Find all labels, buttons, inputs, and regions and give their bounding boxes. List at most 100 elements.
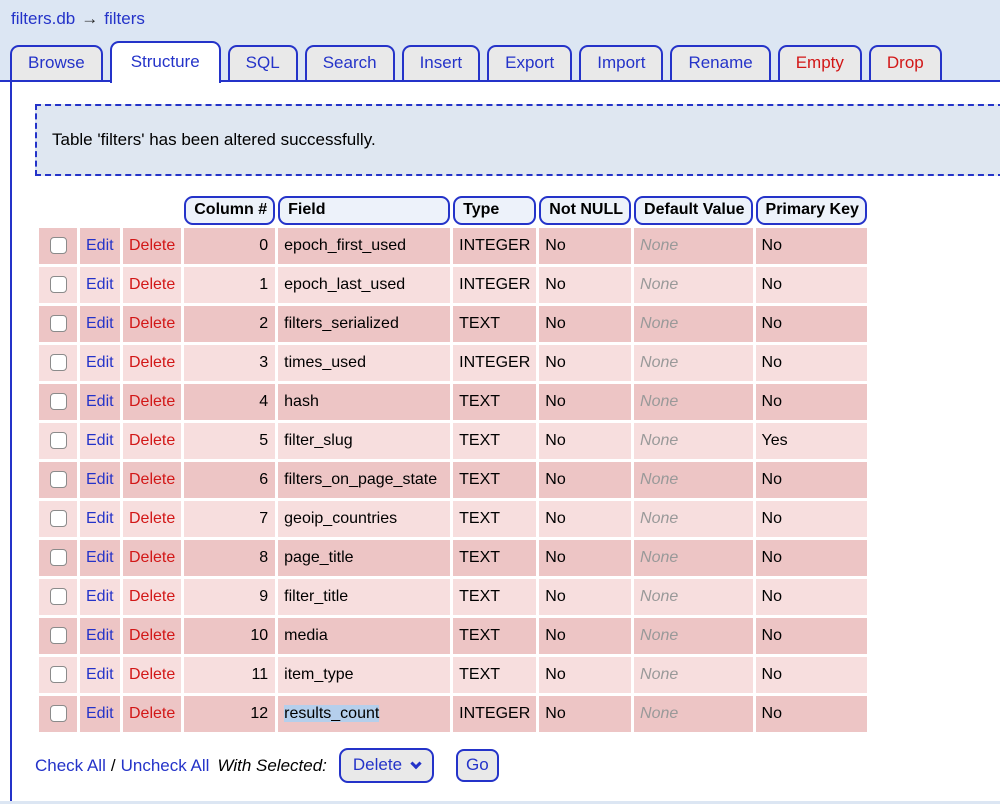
- default-value: None: [640, 705, 679, 722]
- go-button[interactable]: Go: [456, 749, 499, 782]
- row-checkbox[interactable]: [49, 510, 67, 528]
- edit-link[interactable]: Edit: [86, 432, 114, 449]
- breadcrumb-table-link[interactable]: filters: [104, 9, 145, 28]
- tab-drop[interactable]: Drop: [868, 45, 942, 80]
- with-selected-dropdown[interactable]: Delete: [338, 748, 435, 783]
- row-checkbox-cell: [39, 267, 77, 303]
- uncheck-all-link[interactable]: Uncheck All: [121, 756, 210, 776]
- primary-key-value: No: [761, 549, 782, 566]
- delete-link[interactable]: Delete: [129, 315, 175, 332]
- delete-link[interactable]: Delete: [129, 276, 175, 293]
- table-row: Edit Delete 10 media TEXT No None No: [39, 618, 867, 654]
- delete-link[interactable]: Delete: [129, 549, 175, 566]
- delete-link[interactable]: Delete: [129, 510, 175, 527]
- default-value: None: [640, 393, 679, 410]
- row-checkbox[interactable]: [49, 627, 67, 645]
- edit-link[interactable]: Edit: [86, 510, 114, 527]
- header-spacer-checkbox: [39, 196, 77, 225]
- row-checkbox[interactable]: [49, 315, 67, 333]
- edit-link[interactable]: Edit: [86, 354, 114, 371]
- delete-link[interactable]: Delete: [129, 627, 175, 644]
- delete-link[interactable]: Delete: [129, 237, 175, 254]
- tab-sql[interactable]: SQL: [227, 45, 298, 80]
- table-row: Edit Delete 8 page_title TEXT No None No: [39, 540, 867, 576]
- edit-link[interactable]: Edit: [86, 315, 114, 332]
- edit-link[interactable]: Edit: [86, 471, 114, 488]
- structure-table: Column # Field Type Not NULL Default Val…: [36, 193, 870, 735]
- row-checkbox[interactable]: [49, 705, 67, 723]
- tab-browse[interactable]: Browse: [10, 45, 103, 80]
- edit-link[interactable]: Edit: [86, 237, 114, 254]
- edit-link[interactable]: Edit: [86, 276, 114, 293]
- row-checkbox[interactable]: [49, 549, 67, 567]
- delete-link[interactable]: Delete: [129, 393, 175, 410]
- breadcrumb-db-link[interactable]: filters.db: [11, 9, 75, 28]
- tab-structure[interactable]: Structure: [109, 41, 221, 83]
- column-number-value: 2: [259, 315, 269, 332]
- row-checkbox-cell: [39, 618, 77, 654]
- row-checkbox[interactable]: [49, 393, 67, 411]
- not-null-value: No: [545, 315, 566, 332]
- field-value: epoch_first_used: [284, 237, 406, 254]
- edit-link[interactable]: Edit: [86, 393, 114, 410]
- edit-link[interactable]: Edit: [86, 705, 114, 722]
- primary-key-value: No: [761, 393, 782, 410]
- primary-key-value: No: [761, 354, 782, 371]
- tab-search[interactable]: Search: [304, 45, 395, 80]
- delete-link[interactable]: Delete: [129, 471, 175, 488]
- edit-link[interactable]: Edit: [86, 666, 114, 683]
- row-checkbox[interactable]: [49, 276, 67, 294]
- header-type: Type: [453, 196, 537, 225]
- row-checkbox[interactable]: [49, 432, 67, 450]
- content-inner: Table 'filters' has been altered success…: [10, 82, 1000, 801]
- delete-link[interactable]: Delete: [129, 666, 175, 683]
- default-value: None: [640, 471, 679, 488]
- delete-link[interactable]: Delete: [129, 432, 175, 449]
- primary-key-value: No: [761, 471, 782, 488]
- footer-controls: Check All / Uncheck All With Selected: D…: [35, 748, 1000, 783]
- row-checkbox[interactable]: [49, 588, 67, 606]
- tab-rename[interactable]: Rename: [670, 45, 771, 80]
- column-number-value: 12: [250, 705, 269, 722]
- column-number-value: 10: [250, 627, 269, 644]
- delete-link[interactable]: Delete: [129, 588, 175, 605]
- tab-empty[interactable]: Empty: [777, 45, 862, 80]
- tab-import[interactable]: Import: [579, 45, 664, 80]
- type-value: TEXT: [459, 549, 501, 566]
- column-number-value: 1: [259, 276, 269, 293]
- edit-link[interactable]: Edit: [86, 588, 114, 605]
- field-value: filters_on_page_state: [284, 471, 438, 488]
- row-checkbox-cell: [39, 696, 77, 732]
- not-null-value: No: [545, 510, 566, 527]
- field-value: times_used: [284, 354, 366, 371]
- not-null-value: No: [545, 354, 566, 371]
- delete-link[interactable]: Delete: [129, 705, 175, 722]
- default-value: None: [640, 588, 679, 605]
- type-value: TEXT: [459, 471, 501, 488]
- row-checkbox[interactable]: [49, 237, 67, 255]
- default-value: None: [640, 354, 679, 371]
- type-value: TEXT: [459, 393, 501, 410]
- row-checkbox-cell: [39, 657, 77, 693]
- type-value: TEXT: [459, 588, 501, 605]
- primary-key-value: No: [761, 627, 782, 644]
- column-number-value: 8: [259, 549, 269, 566]
- tab-export[interactable]: Export: [487, 45, 573, 80]
- row-checkbox[interactable]: [49, 471, 67, 489]
- tab-insert[interactable]: Insert: [401, 45, 481, 80]
- type-value: INTEGER: [459, 354, 531, 371]
- type-value: TEXT: [459, 432, 501, 449]
- edit-link[interactable]: Edit: [86, 627, 114, 644]
- row-checkbox[interactable]: [49, 354, 67, 372]
- edit-link[interactable]: Edit: [86, 549, 114, 566]
- default-value: None: [640, 666, 679, 683]
- column-number-value: 5: [259, 432, 269, 449]
- row-checkbox[interactable]: [49, 666, 67, 684]
- check-all-link[interactable]: Check All: [35, 756, 106, 776]
- default-value: None: [640, 237, 679, 254]
- table-row: Edit Delete 1 epoch_last_used INTEGER No…: [39, 267, 867, 303]
- primary-key-value: No: [761, 510, 782, 527]
- not-null-value: No: [545, 588, 566, 605]
- delete-link[interactable]: Delete: [129, 354, 175, 371]
- field-value: media: [284, 627, 328, 644]
